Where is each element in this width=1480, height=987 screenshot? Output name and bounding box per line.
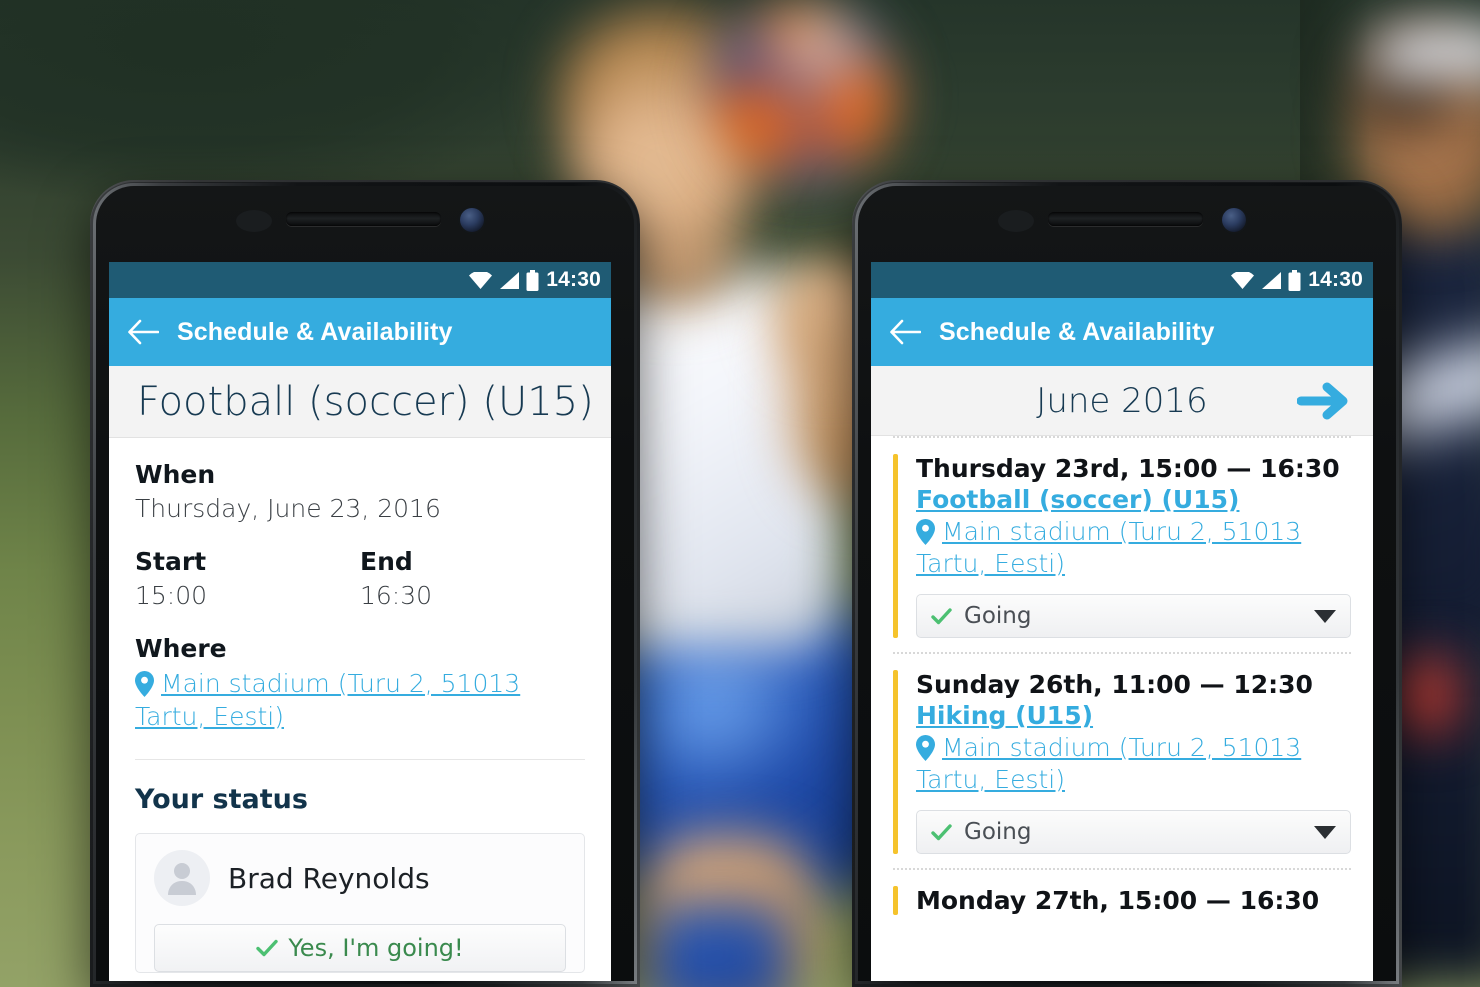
start-value: 15:00 [135, 581, 208, 610]
list-item[interactable]: Sunday 26th, 11:00 — 12:30 Hiking (U15) … [893, 654, 1351, 868]
player-shorts-highlight [640, 650, 820, 800]
wifi-icon [1231, 271, 1255, 289]
rsvp-value: Going [964, 819, 1032, 845]
where-value-row: Main stadium (Turu 2, 51013 Tartu, Eesti… [135, 668, 585, 733]
rsvp-dropdown[interactable]: Going [916, 594, 1351, 638]
event-location-link[interactable]: Main stadium (Turu 2, 51013 Tartu, Eesti… [916, 733, 1301, 794]
event-accent-bar [893, 454, 898, 638]
rsvp-value: Going [964, 603, 1032, 629]
when-label: When [135, 460, 216, 489]
month-label: June 2016 [1036, 380, 1208, 421]
toolbar-left: Schedule & Availability [109, 298, 611, 366]
signal-icon [1262, 271, 1282, 289]
event-body: Monday 27th, 15:00 — 16:30 [916, 886, 1351, 915]
month-navigation-bar: June 2016 [871, 366, 1373, 436]
list-item[interactable]: Thursday 23rd, 15:00 — 16:30 Football (s… [893, 438, 1351, 652]
map-pin-icon [916, 735, 935, 761]
event-name-link[interactable]: Hiking (U15) [916, 701, 1351, 730]
caret-down-icon[interactable] [1314, 825, 1336, 839]
phone-right: 14:30 Schedule & Availability June 2016 … [852, 180, 1402, 987]
check-icon [931, 823, 952, 840]
event-location-row: Main stadium (Turu 2, 51013 Tartu, Eesti… [916, 732, 1351, 796]
check-icon [931, 607, 952, 624]
map-pin-icon [916, 519, 935, 545]
end-label: End [360, 547, 413, 576]
battery-icon [1288, 269, 1301, 291]
where-label: Where [135, 634, 227, 663]
caret-down-icon[interactable] [1314, 609, 1336, 623]
section-divider [135, 759, 585, 760]
location-link[interactable]: Main stadium (Turu 2, 51013 Tartu, Eesti… [135, 669, 520, 731]
toolbar-title: Schedule & Availability [177, 317, 453, 346]
event-accent-bar [893, 670, 898, 854]
event-detail-content: When Thursday, June 23, 2016 Start 15:00… [109, 438, 611, 981]
check-icon [256, 939, 279, 957]
status-bar-left: 14:30 [109, 262, 611, 298]
phone-right-screen: 14:30 Schedule & Availability June 2016 … [871, 262, 1373, 981]
event-body: Sunday 26th, 11:00 — 12:30 Hiking (U15) … [916, 670, 1351, 854]
going-button-label: Yes, I'm going! [288, 934, 464, 962]
start-label: Start [135, 547, 207, 576]
person-row: Brad Reynolds [154, 850, 566, 906]
end-col: End 16:30 [360, 547, 585, 634]
page-title: Football (soccer) (U15) [137, 378, 594, 425]
event-location-link[interactable]: Main stadium (Turu 2, 51013 Tartu, Eesti… [916, 517, 1301, 578]
avatar [154, 850, 210, 906]
toolbar-right: Schedule & Availability [871, 298, 1373, 366]
start-col: Start 15:00 [135, 547, 360, 634]
status-bar-right: 14:30 [871, 262, 1373, 298]
proximity-sensor-icon [236, 210, 272, 232]
map-pin-icon [135, 671, 154, 697]
event-when: Monday 27th, 15:00 — 16:30 [916, 886, 1320, 915]
back-arrow-icon[interactable] [127, 319, 159, 345]
battery-icon [526, 269, 539, 291]
event-when: Sunday 26th, 11:00 — 12:30 [916, 670, 1313, 699]
earpiece-speaker-icon [1048, 212, 1203, 226]
status-card: Brad Reynolds Yes, I'm going! [135, 833, 585, 973]
user-avatar-icon [168, 863, 196, 895]
player2-headband [1372, 26, 1480, 78]
football-ball [712, 8, 892, 178]
event-location-row: Main stadium (Turu 2, 51013 Tartu, Eesti… [916, 516, 1351, 580]
signal-icon [500, 271, 520, 289]
player2-badge [1398, 660, 1456, 732]
wifi-icon [469, 271, 493, 289]
status-bar-time: 14:30 [546, 268, 601, 291]
player-sock [648, 905, 788, 987]
event-name-link[interactable]: Football (soccer) (U15) [916, 485, 1351, 514]
front-camera-icon [460, 208, 484, 232]
time-row: Start 15:00 End 16:30 [135, 547, 585, 634]
front-camera-icon [1222, 208, 1246, 232]
event-when: Thursday 23rd, 15:00 — 16:30 [916, 454, 1340, 483]
event-body: Thursday 23rd, 15:00 — 16:30 Football (s… [916, 454, 1351, 638]
when-value: Thursday, June 23, 2016 [135, 494, 441, 523]
person-name: Brad Reynolds [228, 861, 430, 895]
event-accent-bar [893, 886, 898, 915]
toolbar-title: Schedule & Availability [939, 317, 1215, 346]
event-title-bar: Football (soccer) (U15) [109, 366, 611, 438]
rsvp-dropdown[interactable]: Going [916, 810, 1351, 854]
arrow-right-icon[interactable] [1297, 379, 1355, 423]
event-list[interactable]: Thursday 23rd, 15:00 — 16:30 Football (s… [871, 436, 1373, 981]
proximity-sensor-icon [998, 210, 1034, 232]
going-button[interactable]: Yes, I'm going! [154, 924, 566, 972]
end-value: 16:30 [360, 581, 433, 610]
earpiece-speaker-icon [286, 212, 441, 226]
back-arrow-icon[interactable] [889, 319, 921, 345]
status-bar-time: 14:30 [1308, 268, 1363, 291]
your-status-heading: Your status [135, 784, 308, 815]
list-item[interactable]: Monday 27th, 15:00 — 16:30 [893, 870, 1351, 929]
phone-left-screen: 14:30 Schedule & Availability Football (… [109, 262, 611, 981]
phone-left: 14:30 Schedule & Availability Football (… [90, 180, 640, 987]
